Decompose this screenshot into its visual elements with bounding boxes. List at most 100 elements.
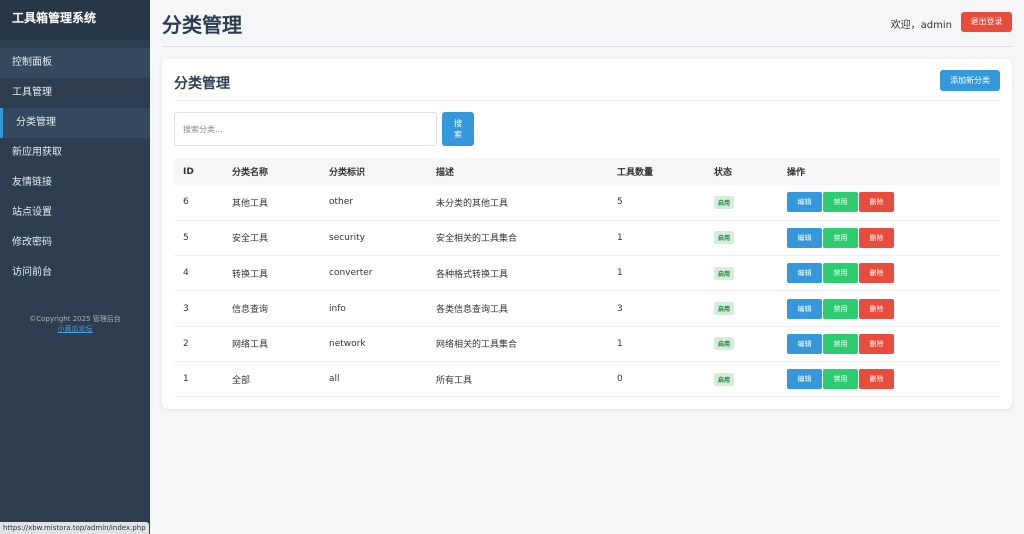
edit-button[interactable]: 编辑 (787, 369, 822, 390)
cell-count: 3 (617, 303, 623, 314)
sidebar-footer: ©Copyright 2025 管理后台 小黄瓜论坛 (0, 314, 150, 334)
sidebar-item-site-settings[interactable]: 站点设置 (0, 198, 150, 228)
cell-desc: 各类信息查询工具 (436, 305, 509, 316)
cell-actions: 编辑 禁用 删除 (778, 220, 1000, 255)
header-actions: 操作 (787, 168, 806, 178)
cell-id: 4 (183, 268, 189, 279)
cell-status: 启用 (705, 220, 778, 255)
logout-button[interactable]: 退出登录 (961, 12, 1012, 32)
cell-id: 2 (183, 338, 189, 349)
cell-count: 1 (617, 338, 623, 349)
table-row: 3 信息查询 info 各类信息查询工具 3 启用 编辑 禁用 删除 (174, 291, 1000, 327)
copyright-text: ©Copyright 2025 管理后台 (29, 315, 121, 323)
cell-name: 全部 (232, 375, 251, 386)
status-badge: 启用 (714, 372, 735, 386)
card-divider (174, 100, 1000, 101)
cell-name: 转换工具 (232, 269, 269, 280)
sidebar-item-tools[interactable]: 工具管理 (0, 78, 150, 108)
cell-status: 启用 (705, 256, 778, 291)
cell-id: 6 (183, 197, 189, 208)
disable-button[interactable]: 禁用 (823, 263, 858, 284)
cell-desc: 安全相关的工具集合 (436, 234, 518, 245)
card-title: 分类管理 (174, 76, 230, 92)
category-card: 分类管理 添加新分类 搜索 ID 分类名称 分类标识 描述 工具数量 状态 操作… (162, 59, 1012, 409)
header-count: 工具数量 (617, 168, 654, 178)
sidebar-brand: 工具箱管理系统 (0, 0, 150, 40)
header-name: 分类名称 (232, 168, 269, 178)
edit-button[interactable]: 编辑 (787, 227, 822, 248)
table-row: 4 转换工具 converter 各种格式转换工具 1 启用 编辑 禁用 删除 (174, 256, 1000, 291)
cell-actions: 编辑 禁用 删除 (778, 326, 1000, 361)
cell-desc: 各种格式转换工具 (436, 269, 509, 280)
disable-button[interactable]: 禁用 (823, 333, 858, 354)
delete-button[interactable]: 删除 (859, 263, 894, 284)
delete-button[interactable]: 删除 (859, 227, 894, 248)
cell-slug: info (329, 303, 346, 314)
search-input[interactable] (174, 112, 437, 146)
table-row: 2 网络工具 network 网络相关的工具集合 1 启用 编辑 禁用 删除 (174, 326, 1000, 362)
cell-name: 安全工具 (232, 234, 269, 245)
cell-slug: converter (329, 268, 373, 279)
header-status: 状态 (714, 168, 733, 178)
status-badge: 启用 (714, 302, 735, 316)
cell-count: 0 (617, 374, 623, 385)
cell-slug: network (329, 338, 366, 349)
page-header: 分类管理 欢迎，admin 退出登录 (162, 0, 1012, 47)
table-row: 6 其他工具 other 未分类的其他工具 5 启用 编辑 禁用 删除 (174, 185, 1000, 221)
footer-link[interactable]: 小黄瓜论坛 (0, 324, 150, 334)
cell-count: 5 (617, 197, 623, 208)
status-bar-url: https://xbw.mistora.top/admin/index.php (0, 522, 149, 534)
header-slug: 分类标识 (329, 168, 366, 178)
edit-button[interactable]: 编辑 (787, 298, 822, 319)
table-row: 5 安全工具 security 安全相关的工具集合 1 启用 编辑 禁用 删除 (174, 220, 1000, 256)
edit-button[interactable]: 编辑 (787, 263, 822, 284)
cell-count: 1 (617, 268, 623, 279)
category-table: ID 分类名称 分类标识 描述 工具数量 状态 操作 6 其他工具 other 未分类… (174, 158, 1000, 397)
status-badge: 启用 (714, 231, 735, 245)
cell-actions: 编辑 禁用 删除 (778, 185, 1000, 220)
cell-status: 启用 (705, 291, 778, 326)
sidebar: 工具箱管理系统 控制面板 工具管理 分类管理 新应用获取 友情链接 站点设置 修… (0, 0, 150, 534)
table-header-row: ID 分类名称 分类标识 描述 工具数量 状态 操作 (174, 158, 1000, 185)
sidebar-item-new-apps[interactable]: 新应用获取 (0, 138, 150, 168)
status-badge: 启用 (714, 337, 735, 351)
sidebar-item-dashboard[interactable]: 控制面板 (0, 48, 150, 78)
cell-status: 启用 (705, 185, 778, 220)
cell-name: 其他工具 (232, 198, 269, 209)
disable-button[interactable]: 禁用 (823, 227, 858, 248)
search-button[interactable]: 搜索 (442, 112, 474, 146)
edit-button[interactable]: 编辑 (787, 333, 822, 354)
cell-name: 网络工具 (232, 340, 269, 351)
cell-actions: 编辑 禁用 删除 (778, 291, 1000, 326)
delete-button[interactable]: 删除 (859, 298, 894, 319)
sidebar-item-visit-frontend[interactable]: 访问前台 (0, 258, 150, 288)
disable-button[interactable]: 禁用 (823, 298, 858, 319)
add-category-button[interactable]: 添加新分类 (940, 70, 1000, 91)
cell-actions: 编辑 禁用 删除 (778, 361, 1000, 396)
disable-button[interactable]: 禁用 (823, 192, 858, 213)
disable-button[interactable]: 禁用 (823, 369, 858, 390)
sidebar-item-change-password[interactable]: 修改密码 (0, 228, 150, 258)
delete-button[interactable]: 删除 (859, 369, 894, 390)
table-row: 1 全部 all 所有工具 0 启用 编辑 禁用 删除 (174, 361, 1000, 397)
cell-desc: 未分类的其他工具 (436, 198, 509, 209)
cell-name: 信息查询 (232, 305, 269, 316)
cell-desc: 网络相关的工具集合 (436, 340, 518, 351)
cell-status: 启用 (705, 326, 778, 361)
delete-button[interactable]: 删除 (859, 192, 894, 213)
header-id: ID (183, 166, 194, 177)
page-title: 分类管理 (162, 13, 242, 37)
edit-button[interactable]: 编辑 (787, 192, 822, 213)
cell-slug: other (329, 197, 353, 208)
sidebar-nav: 控制面板 工具管理 分类管理 新应用获取 友情链接 站点设置 修改密码 访问前台 (0, 48, 150, 288)
cell-slug: all (329, 374, 340, 385)
cell-slug: security (329, 232, 365, 243)
sidebar-item-friend-links[interactable]: 友情链接 (0, 168, 150, 198)
cell-count: 1 (617, 232, 623, 243)
status-badge: 启用 (714, 195, 735, 209)
sidebar-item-categories[interactable]: 分类管理 (0, 108, 150, 138)
status-badge: 启用 (714, 266, 735, 280)
delete-button[interactable]: 删除 (859, 333, 894, 354)
cell-id: 5 (183, 232, 189, 243)
cell-actions: 编辑 禁用 删除 (778, 256, 1000, 291)
